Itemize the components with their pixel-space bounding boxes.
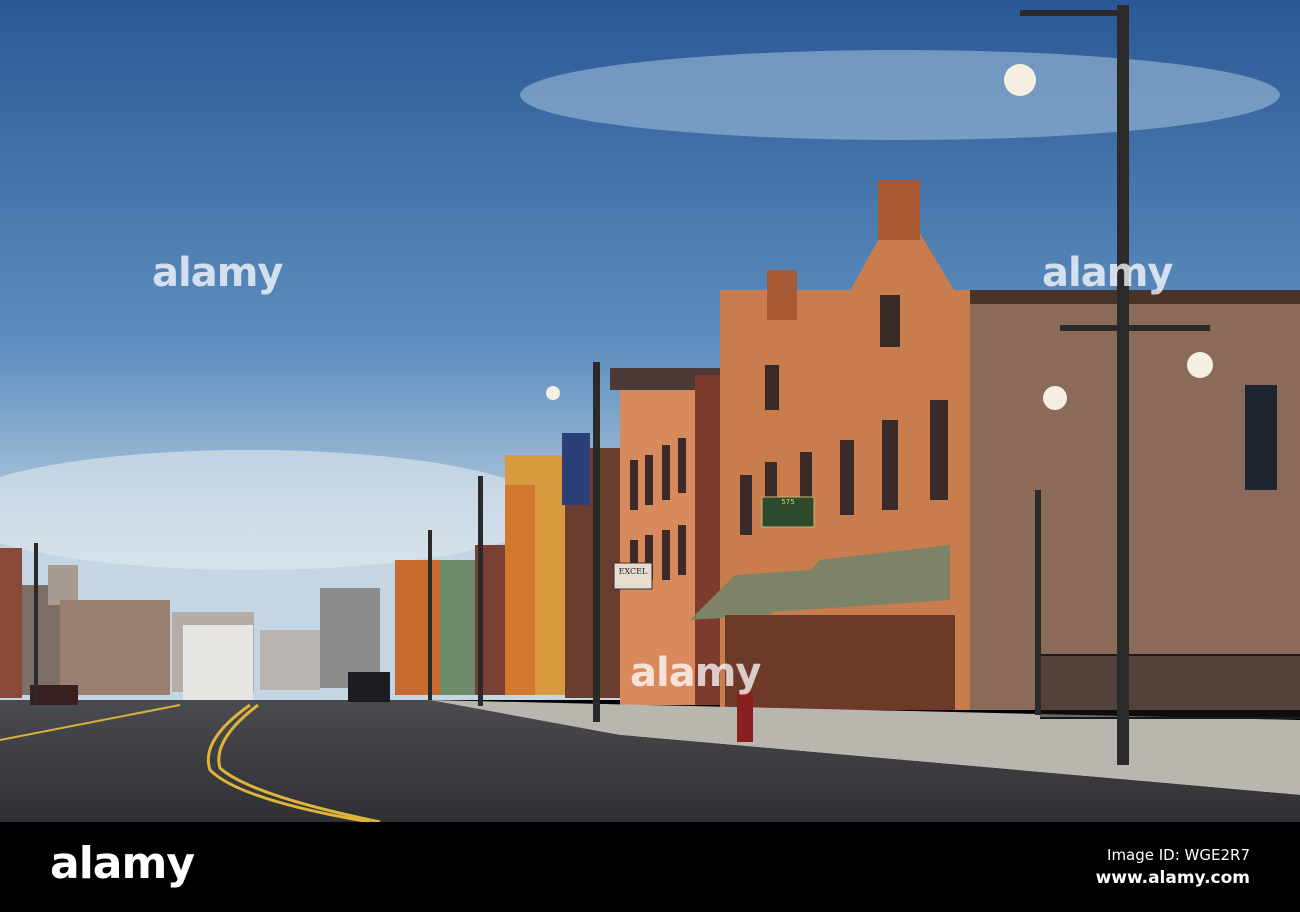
watermark: alamy (1042, 250, 1173, 296)
truck (183, 625, 253, 700)
alamy-logo[interactable]: alamy (50, 838, 195, 889)
image-id: Image ID: WGE2R7 (1107, 846, 1250, 864)
banner (562, 433, 590, 505)
fire-hydrant (737, 692, 753, 742)
cloud (520, 50, 1280, 140)
street-photo: EXCEL 575 (0, 0, 1300, 822)
footer-bar (0, 822, 1300, 912)
excel-sign-text: EXCEL (619, 567, 648, 576)
watermark: alamy (630, 650, 761, 696)
watermark: alamy (152, 250, 283, 296)
site-url[interactable]: www.alamy.com (1096, 868, 1250, 888)
hanging-sign-number: 575 (781, 498, 794, 506)
